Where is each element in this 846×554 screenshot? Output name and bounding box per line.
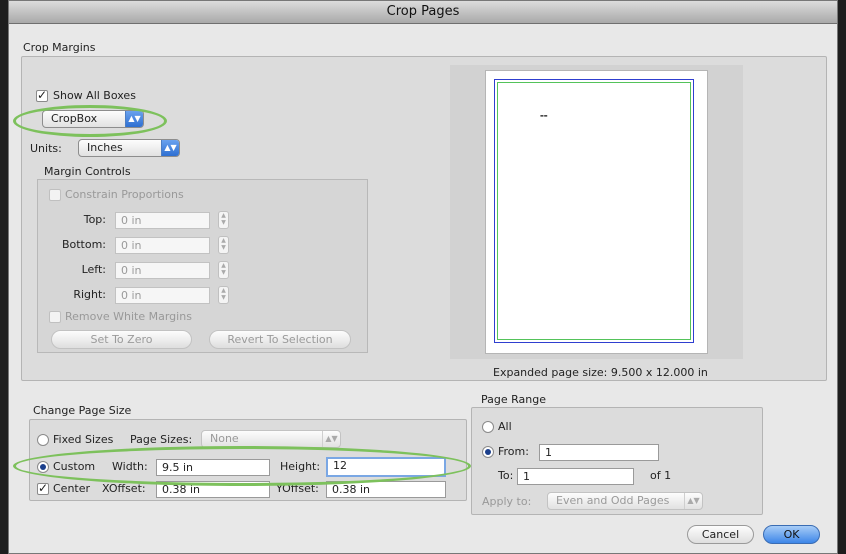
page-sizes-label: Page Sizes: — [130, 433, 193, 446]
to-label: To: — [498, 469, 514, 482]
bottom-field[interactable]: 0 in — [115, 237, 210, 254]
all-radio[interactable] — [482, 421, 494, 433]
set-to-zero-button[interactable]: Set To Zero — [51, 330, 192, 349]
xoffset-label: XOffset: — [102, 482, 146, 495]
ok-button[interactable]: OK — [763, 525, 820, 544]
top-stepper[interactable]: ▲ ▼ — [218, 211, 229, 229]
constrain-proportions-label: Constrain Proportions — [65, 188, 184, 201]
remove-white-margins-label: Remove White Margins — [65, 310, 192, 323]
page-range-group: All From: 1 To: 1 of 1 Apply to: Even an… — [471, 407, 763, 515]
bottom-stepper[interactable]: ▲ ▼ — [218, 236, 229, 254]
bottom-label: Bottom: — [61, 238, 106, 251]
checkmark-icon: ✓ — [38, 481, 49, 495]
crop-box-outline: ▬▬ — [494, 79, 694, 343]
change-page-size-label: Change Page Size — [33, 404, 132, 417]
apply-to-select[interactable]: Even and Odd Pages ▲▼ — [547, 492, 703, 510]
crop-margins-group: ✓ Show All Boxes CropBox ▲▼ Units: Inche… — [21, 56, 827, 381]
cancel-button[interactable]: Cancel — [687, 525, 754, 544]
top-field[interactable]: 0 in — [115, 212, 210, 229]
show-all-boxes-checkbox[interactable]: ✓ — [36, 88, 48, 102]
updown-arrows-icon: ▲▼ — [684, 493, 702, 509]
page-preview-area: ▬▬ — [450, 65, 743, 359]
fixed-sizes-radio[interactable] — [37, 434, 49, 446]
cropbox-highlight-oval — [13, 105, 167, 137]
all-label: All — [498, 420, 512, 433]
center-checkbox[interactable]: ✓ — [37, 481, 49, 495]
crop-margins-label: Crop Margins — [23, 41, 96, 54]
updown-arrows-icon: ▲▼ — [322, 431, 340, 447]
crop-pages-dialog: Crop Pages Crop Margins ✓ Show All Boxes… — [8, 0, 838, 554]
apply-to-label: Apply to: — [482, 495, 532, 508]
margin-controls-label: Margin Controls — [44, 165, 131, 178]
updown-arrows-icon: ▲▼ — [161, 140, 179, 156]
constrain-proportions-checkbox[interactable] — [49, 189, 61, 201]
from-label: From: — [498, 445, 529, 458]
right-stepper[interactable]: ▲ ▼ — [218, 286, 229, 304]
page-content-text: ▬▬ — [540, 113, 548, 118]
of-pages-label: of 1 — [650, 469, 672, 482]
right-field[interactable]: 0 in — [115, 287, 210, 304]
units-label: Units: — [30, 142, 62, 155]
media-box-outline — [497, 82, 691, 340]
page-preview: ▬▬ — [485, 70, 708, 354]
expanded-page-size: Expanded page size: 9.500 x 12.000 in — [493, 366, 708, 379]
custom-size-highlight-oval — [13, 446, 471, 486]
units-select[interactable]: Inches ▲▼ — [78, 139, 180, 157]
right-label: Right: — [73, 288, 106, 301]
left-stepper[interactable]: ▲ ▼ — [218, 261, 229, 279]
page-sizes-value: None — [210, 432, 239, 445]
revert-to-selection-button[interactable]: Revert To Selection — [209, 330, 351, 349]
top-label: Top: — [83, 213, 106, 226]
units-value: Inches — [87, 141, 123, 154]
left-label: Left: — [81, 263, 106, 276]
checkmark-icon: ✓ — [37, 88, 48, 102]
to-field[interactable]: 1 — [517, 468, 634, 485]
remove-white-margins-checkbox[interactable] — [49, 311, 61, 323]
center-label: Center — [53, 482, 91, 495]
show-all-boxes-label: Show All Boxes — [53, 89, 136, 102]
left-field[interactable]: 0 in — [115, 262, 210, 279]
dialog-title: Crop Pages — [9, 1, 837, 24]
from-radio[interactable] — [482, 446, 494, 458]
fixed-sizes-label: Fixed Sizes — [53, 433, 114, 446]
page-range-label: Page Range — [481, 393, 546, 406]
from-field[interactable]: 1 — [539, 444, 659, 461]
apply-to-value: Even and Odd Pages — [556, 494, 670, 507]
margin-controls-group: Constrain Proportions Top: 0 in ▲ ▼ Botto… — [37, 179, 368, 353]
